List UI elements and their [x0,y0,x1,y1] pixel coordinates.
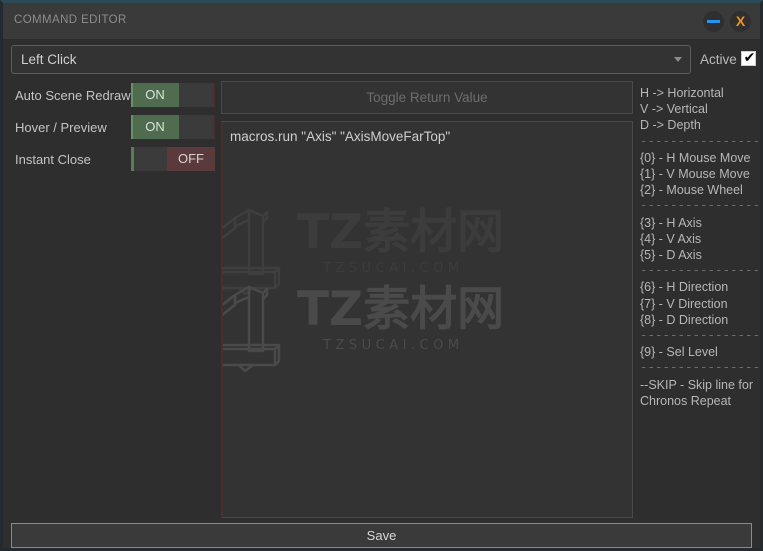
legend-separator: ------------------------ [640,264,760,279]
save-button-label: Save [366,528,397,543]
window-title: COMMAND EDITOR [14,14,127,26]
watermark-sub-text: TZSUCAI.COM [323,261,464,276]
legend-line: --SKIP - Skip line for Chronos Repeat [640,377,754,408]
legend-line: {8} - D Direction [640,312,729,327]
close-button[interactable]: X [730,11,751,32]
watermark: TZ素材网 TZSUCAI.COM [223,279,505,379]
legend-line: {0} - H Mouse Move [640,150,751,165]
titlebar: COMMAND EDITOR X [3,3,760,40]
legend-line: {1} - V Mouse Move [640,167,750,181]
legend-line: V -> Vertical [640,102,708,117]
toggle-auto-scene-redraw[interactable]: ON [131,83,215,107]
toggle-hover-preview[interactable]: ON [131,115,215,139]
script-textarea[interactable]: macros.run "Axis" "AxisMoveFarTop" TZ素材网… [221,121,633,518]
option-label-instant-close: Instant Close [15,152,91,167]
command-dropdown[interactable]: Left Click [11,45,691,74]
toggle-state-label: OFF [178,151,204,166]
legend-line: {2} - Mouse Wheel [640,183,743,198]
legend-line: D -> Depth [640,118,701,133]
toggle-instant-close[interactable]: OFF [131,147,215,171]
legend-line: {5} - D Axis [640,248,702,262]
legend-separator: ------------------------ [640,199,760,214]
legend-line: {9} - Sel Level [640,345,718,360]
tz-logo-icon [223,285,281,373]
toggle-state-label: ON [145,119,165,134]
legend-separator: ------------------------ [640,329,760,343]
watermark: TZ素材网 TZSUCAI.COM [223,202,505,302]
toggle-return-value-label: Toggle Return Value [366,90,488,105]
tz-logo-icon [223,208,281,296]
token-legend: H -> Horizontal V -> Vertical D -> Depth --… [640,85,760,409]
option-label-hover-preview: Hover / Preview [15,120,107,135]
close-icon: X [735,13,746,29]
option-label-auto-scene-redraw: Auto Scene Redraw [15,88,131,103]
chevron-down-icon [674,57,682,62]
active-label: Active [700,52,737,67]
legend-line: {3} - H Axis [640,215,702,230]
minimize-button[interactable] [703,11,724,32]
legend-line: {6} - H Direction [640,280,729,295]
legend-line: {7} - V Direction [640,296,728,311]
legend-line: {4} - V Axis [640,231,702,246]
script-textarea-content: macros.run "Axis" "AxisMoveFarTop" [230,129,451,144]
watermark-main-text: TZ素材网 [297,205,505,260]
toggle-knob [131,147,134,171]
check-icon: ✔ [743,50,756,66]
legend-separator: ------------------------ [640,134,760,149]
command-editor-window: COMMAND EDITOR X Left Click Active ✔ Aut… [0,0,763,551]
command-select-row: Left Click Active ✔ [3,39,760,81]
save-button[interactable]: Save [11,523,752,548]
legend-line: H -> Horizontal [640,86,724,100]
minimize-icon [707,20,720,23]
watermark-main-text: TZ素材网 [297,282,505,337]
toggle-return-value-button[interactable]: Toggle Return Value [221,81,633,114]
watermark-sub-text: TZSUCAI.COM [323,338,464,353]
command-dropdown-value: Left Click [21,52,77,67]
active-checkbox[interactable]: ✔ [741,50,756,66]
legend-separator: ------------------------ [640,361,760,376]
toggle-state-label: ON [145,87,165,102]
